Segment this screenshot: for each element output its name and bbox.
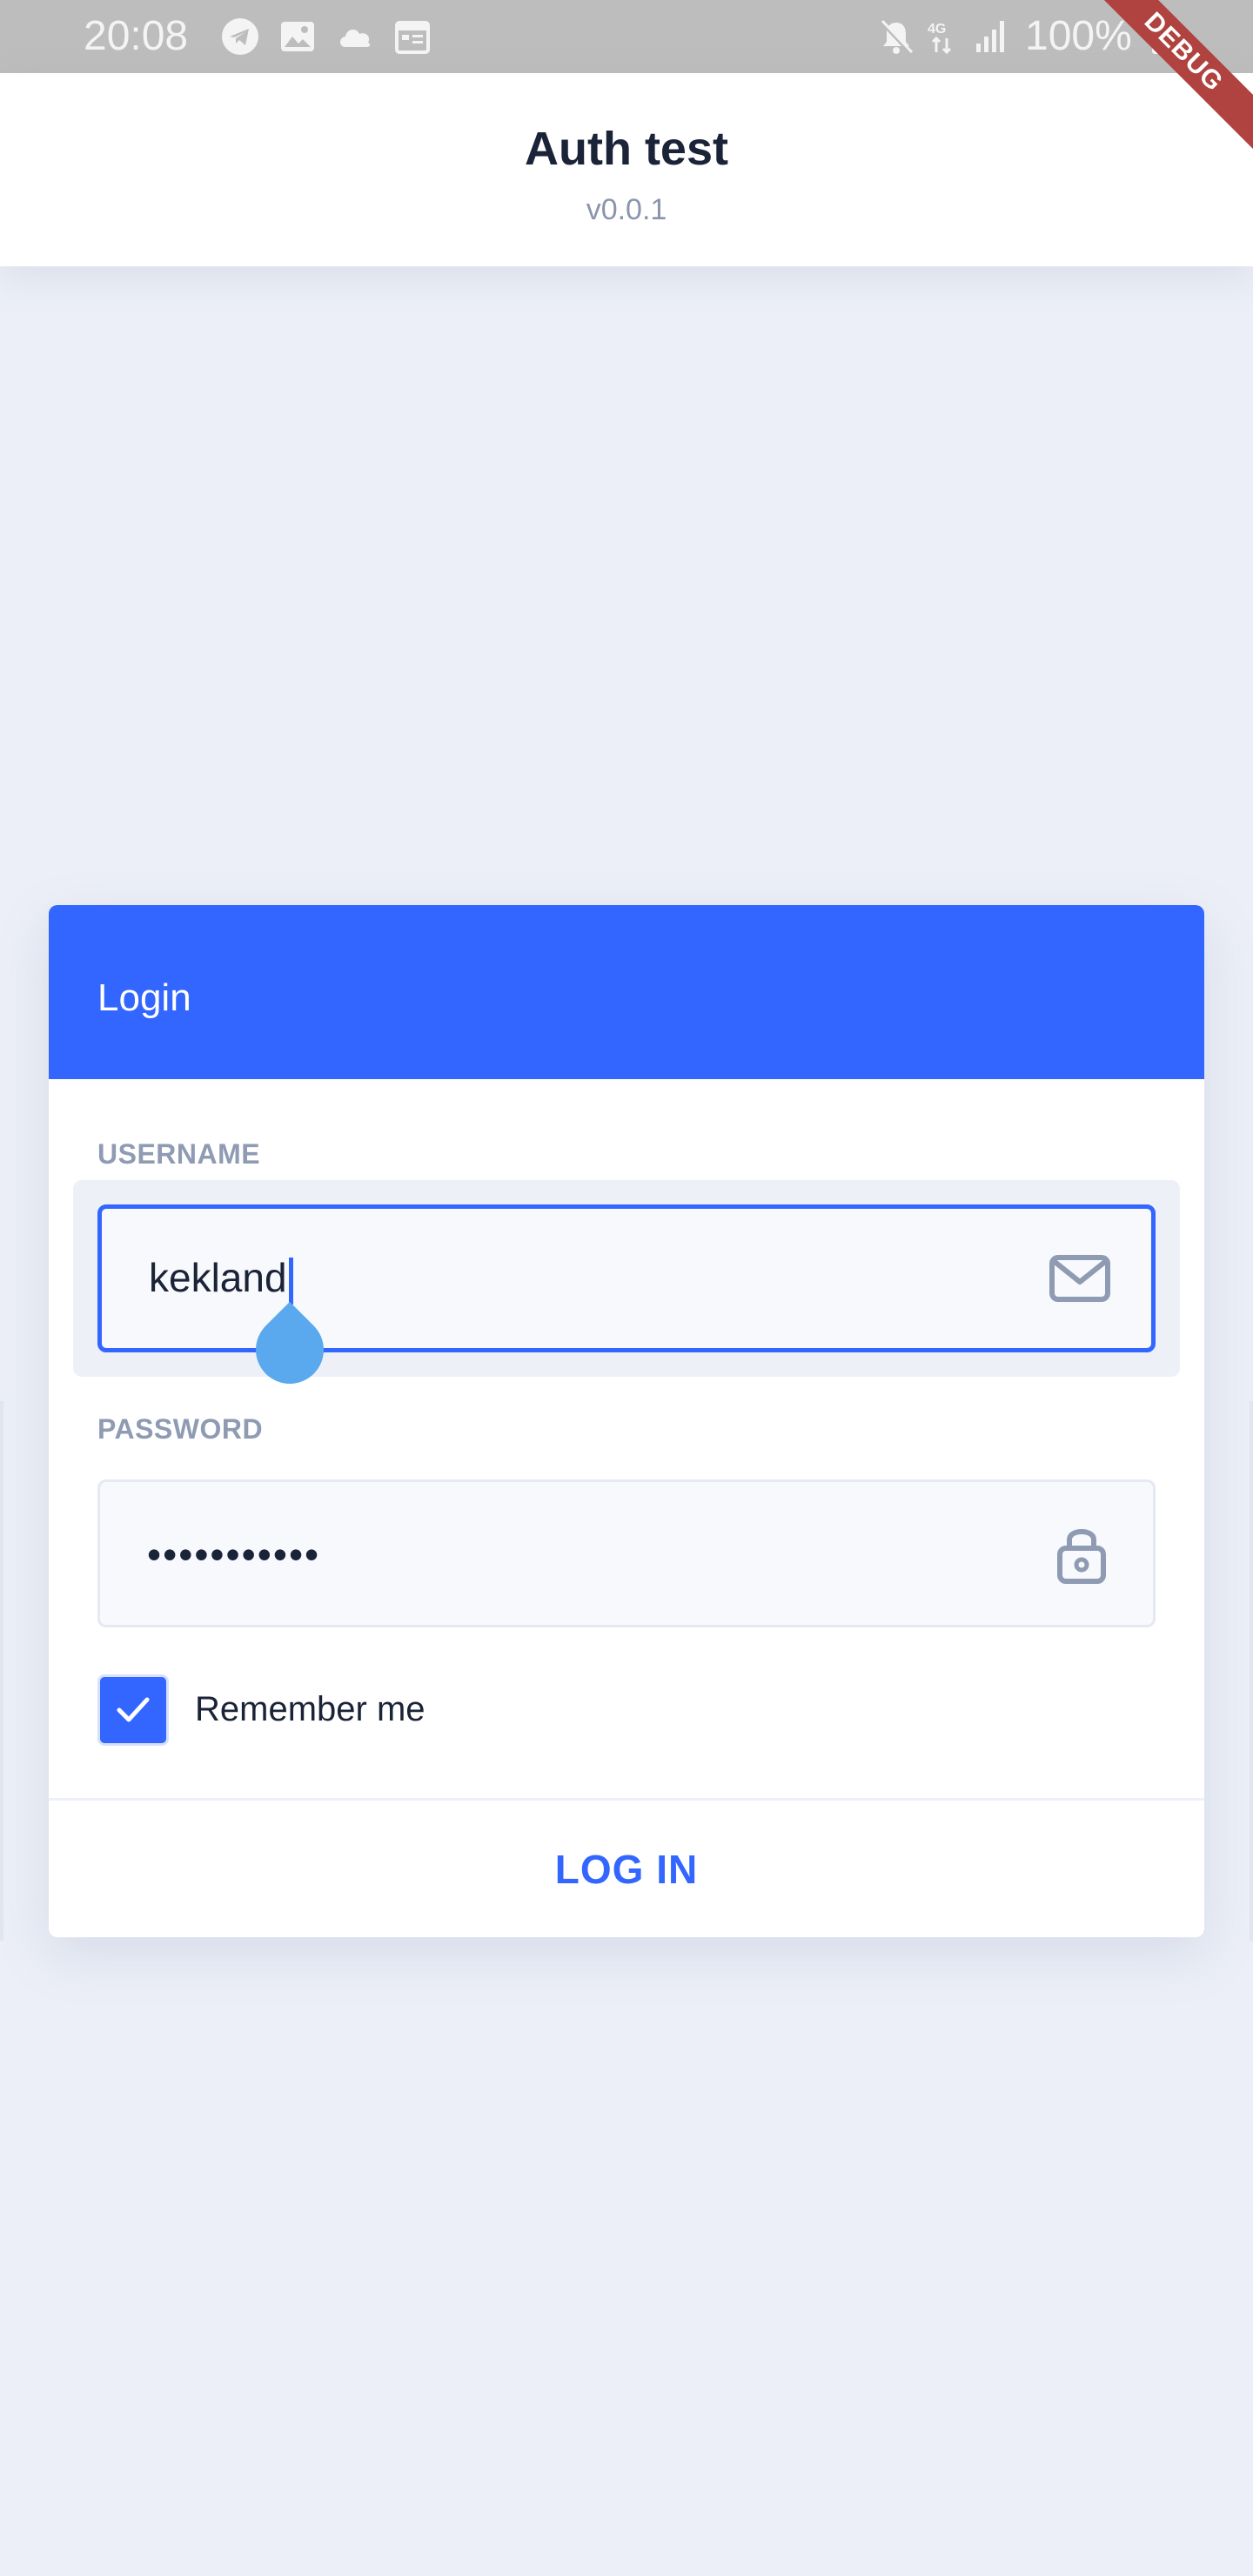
network-4g-icon: 4G <box>928 22 952 55</box>
telegram-icon <box>222 18 258 55</box>
password-value[interactable]: ••••••••••• <box>147 1531 320 1578</box>
username-value[interactable]: kekland <box>149 1254 293 1305</box>
app-bar: Auth test v0.0.1 <box>0 73 1253 266</box>
login-card-title: Login <box>97 976 191 1019</box>
checkmark-icon <box>117 1697 150 1722</box>
text-caret <box>288 1257 293 1305</box>
login-card-header: Login <box>49 905 1204 1079</box>
password-input[interactable]: ••••••••••• <box>97 1479 1156 1627</box>
username-input[interactable]: kekland <box>97 1204 1156 1352</box>
right-edge-divider <box>1250 1401 1253 1941</box>
remember-me-label[interactable]: Remember me <box>195 1690 425 1729</box>
left-edge-divider <box>0 1401 3 1941</box>
mute-icon <box>881 19 914 54</box>
battery-percentage: 100% <box>1025 13 1132 59</box>
signal-icon <box>976 21 1004 52</box>
login-button[interactable]: LOG IN <box>49 1801 1204 1937</box>
cloud-icon <box>340 29 371 47</box>
calendar-icon <box>395 21 430 54</box>
image-icon <box>281 22 314 51</box>
lock-icon <box>1057 1529 1106 1584</box>
app-title: Auth test <box>525 123 728 175</box>
remember-me-checkbox[interactable] <box>97 1674 169 1746</box>
status-time: 20:08 <box>84 13 189 59</box>
app-version: v0.0.1 <box>586 193 667 226</box>
username-label: USERNAME <box>97 1138 261 1170</box>
password-label: PASSWORD <box>97 1413 264 1445</box>
card-divider <box>49 1798 1204 1801</box>
login-card: Login USERNAME kekland PASSWORD ••••••••… <box>49 905 1204 1937</box>
svg-text:4G: 4G <box>928 22 946 37</box>
mail-icon <box>1049 1255 1110 1302</box>
status-bar: 20:08 4G 100% <box>0 0 1253 73</box>
